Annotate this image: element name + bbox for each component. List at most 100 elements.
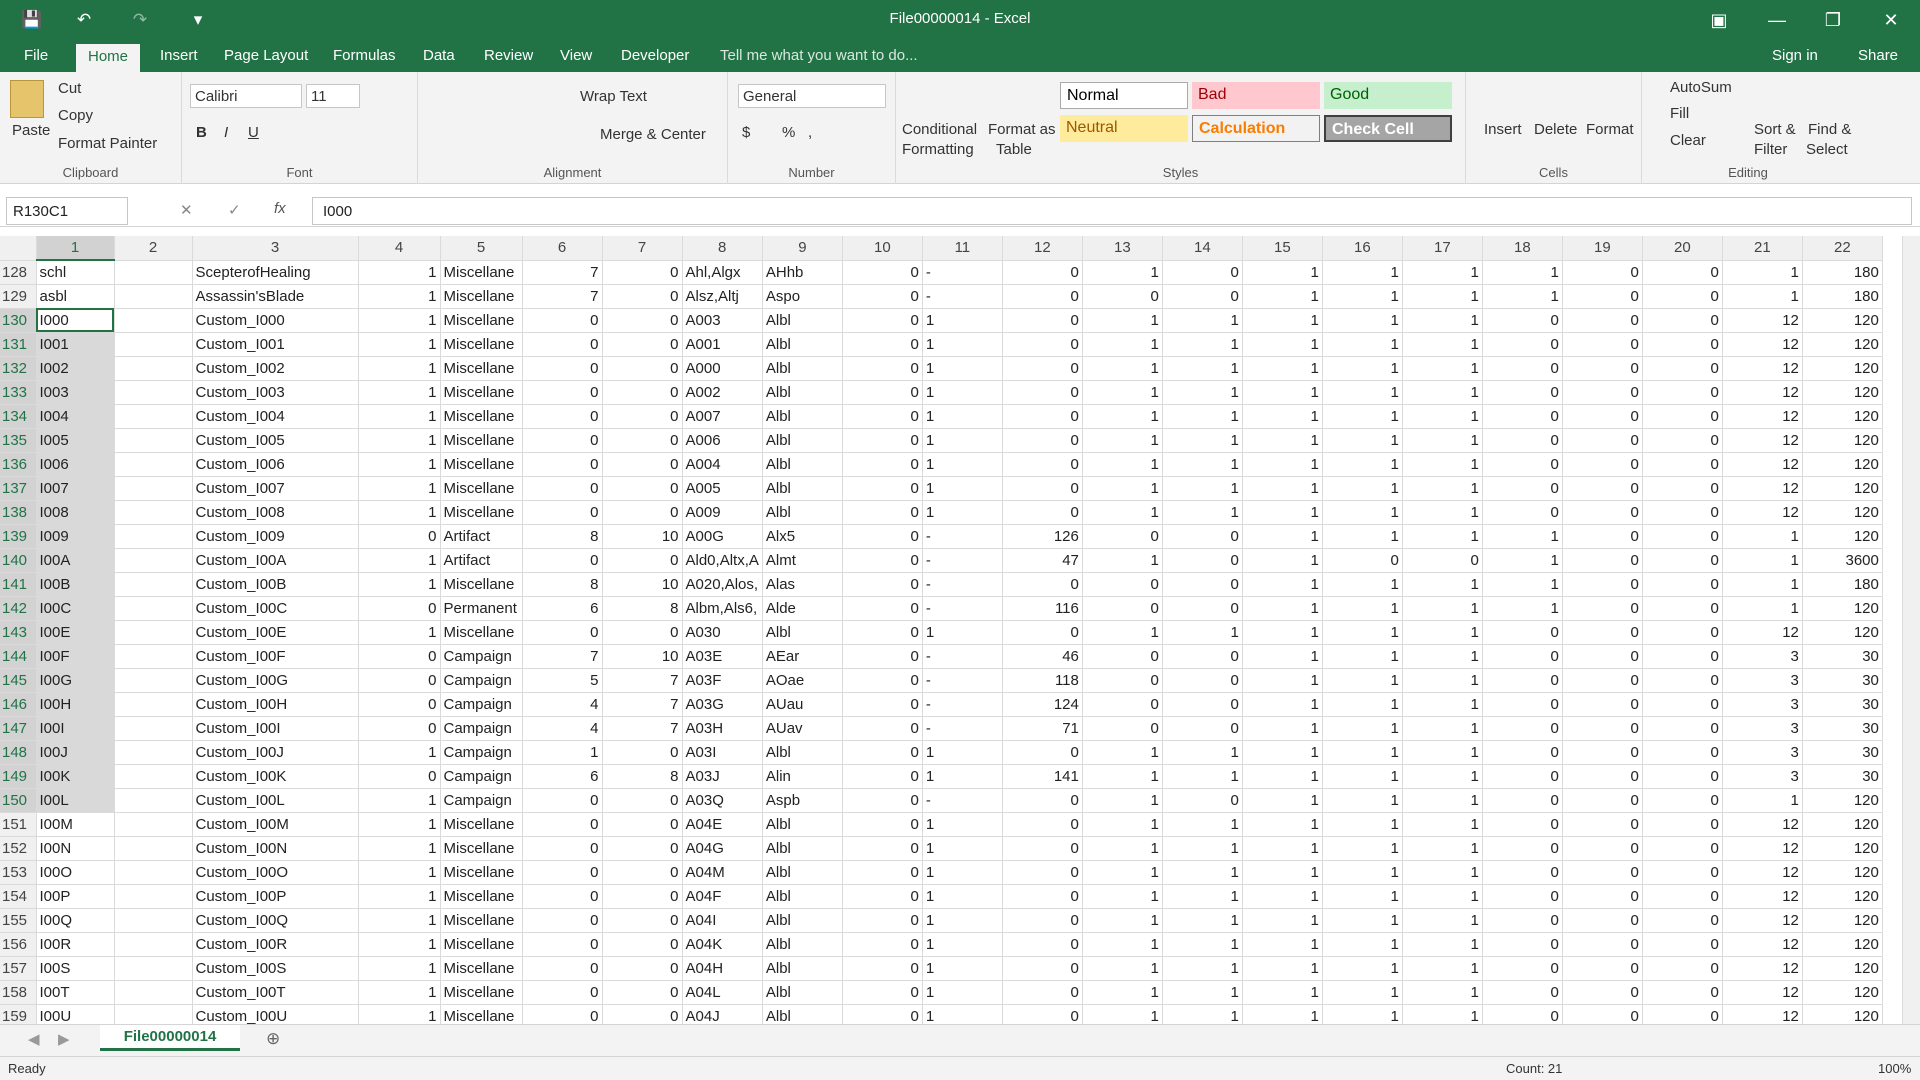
- cell[interactable]: 0: [1642, 812, 1723, 837]
- cell[interactable]: 0: [1322, 548, 1403, 573]
- cell[interactable]: 0: [1562, 788, 1643, 813]
- cell[interactable]: 1: [1322, 356, 1403, 381]
- cell[interactable]: Almt: [762, 548, 843, 573]
- cell[interactable]: 1: [1322, 764, 1403, 789]
- cell[interactable]: 0: [522, 476, 603, 501]
- cell[interactable]: [114, 620, 193, 645]
- cell[interactable]: 0: [1562, 668, 1643, 693]
- cell[interactable]: 180: [1802, 260, 1883, 285]
- cell[interactable]: 118: [1002, 668, 1083, 693]
- cell[interactable]: 1: [1482, 260, 1563, 285]
- cell[interactable]: 0: [1482, 332, 1563, 357]
- cell[interactable]: 0: [1642, 260, 1723, 285]
- cell[interactable]: 0: [1482, 692, 1563, 717]
- cell[interactable]: 0: [1562, 812, 1643, 837]
- cell[interactable]: Miscellane: [440, 956, 523, 981]
- cell[interactable]: 0: [522, 500, 603, 525]
- cell[interactable]: 0: [1642, 764, 1723, 789]
- cell[interactable]: 120: [1802, 452, 1883, 477]
- cell[interactable]: A03J: [682, 764, 763, 789]
- row-header[interactable]: 148: [0, 740, 37, 765]
- cell[interactable]: Campaign: [440, 668, 523, 693]
- cell[interactable]: 0: [1002, 812, 1083, 837]
- cell[interactable]: 0: [842, 308, 923, 333]
- cell[interactable]: 0: [1482, 380, 1563, 405]
- cell[interactable]: 0: [1002, 956, 1083, 981]
- cell[interactable]: 46: [1002, 644, 1083, 669]
- cell[interactable]: 0: [842, 644, 923, 669]
- cell[interactable]: A006: [682, 428, 763, 453]
- cell[interactable]: 12: [1722, 980, 1803, 1005]
- cell[interactable]: -: [922, 716, 1003, 741]
- tab-view[interactable]: View: [560, 47, 592, 64]
- cell[interactable]: [114, 668, 193, 693]
- cell[interactable]: A03H: [682, 716, 763, 741]
- cell[interactable]: Custom_I00I: [192, 716, 359, 741]
- cell[interactable]: 1: [358, 260, 441, 285]
- cell[interactable]: 0: [358, 668, 441, 693]
- cell[interactable]: 0: [842, 692, 923, 717]
- cell[interactable]: 0: [1482, 980, 1563, 1005]
- cell[interactable]: 1: [1322, 308, 1403, 333]
- cell[interactable]: 0: [1482, 836, 1563, 861]
- cell[interactable]: [114, 644, 193, 669]
- cell[interactable]: 0: [1562, 884, 1643, 909]
- cell[interactable]: 0: [602, 404, 683, 429]
- cell[interactable]: 0: [602, 452, 683, 477]
- cell[interactable]: 0: [1562, 1004, 1643, 1024]
- cell[interactable]: 12: [1722, 932, 1803, 957]
- row-header[interactable]: 158: [0, 980, 37, 1005]
- insert-cells-button[interactable]: Insert: [1484, 121, 1522, 138]
- cell[interactable]: 1: [922, 980, 1003, 1005]
- clear-button[interactable]: Clear: [1670, 132, 1706, 149]
- name-box[interactable]: R130C1: [6, 197, 128, 225]
- cell[interactable]: 1: [922, 380, 1003, 405]
- cell[interactable]: A002: [682, 380, 763, 405]
- cell[interactable]: 0: [1002, 500, 1083, 525]
- row-header[interactable]: 139: [0, 524, 37, 549]
- cell[interactable]: 0: [1082, 572, 1163, 597]
- cell[interactable]: Aspo: [762, 284, 843, 309]
- cell[interactable]: 4: [522, 692, 603, 717]
- cell[interactable]: 1: [922, 452, 1003, 477]
- cell[interactable]: Assassin'sBlade: [192, 284, 359, 309]
- cell[interactable]: 1: [1402, 572, 1483, 597]
- column-header[interactable]: 7: [602, 236, 683, 261]
- tab-home[interactable]: Home: [76, 44, 141, 72]
- find-select-label2[interactable]: Select: [1806, 141, 1848, 158]
- column-header[interactable]: 5: [440, 236, 523, 261]
- cell[interactable]: 0: [1002, 860, 1083, 885]
- tab-insert[interactable]: Insert: [160, 47, 198, 64]
- cell[interactable]: 8: [602, 596, 683, 621]
- cell[interactable]: 1: [1082, 980, 1163, 1005]
- autosum-button[interactable]: AutoSum: [1670, 79, 1732, 96]
- format-as-table-button[interactable]: Format as: [988, 121, 1056, 138]
- cell[interactable]: 120: [1802, 476, 1883, 501]
- cell[interactable]: 0: [1082, 668, 1163, 693]
- cell[interactable]: Custom_I00P: [192, 884, 359, 909]
- cut-button[interactable]: Cut: [58, 80, 81, 97]
- conditional-formatting-button[interactable]: Conditional: [902, 121, 977, 138]
- cell[interactable]: asbl: [36, 284, 115, 309]
- cell[interactable]: 0: [602, 884, 683, 909]
- cell[interactable]: 120: [1802, 308, 1883, 333]
- cell[interactable]: Albl: [762, 620, 843, 645]
- cell[interactable]: 1: [358, 500, 441, 525]
- cell[interactable]: 0: [1482, 500, 1563, 525]
- cell[interactable]: Custom_I001: [192, 332, 359, 357]
- cell[interactable]: I006: [36, 452, 115, 477]
- cell[interactable]: 1: [1402, 836, 1483, 861]
- cell[interactable]: 0: [1002, 788, 1083, 813]
- cell[interactable]: 0: [602, 260, 683, 285]
- cell[interactable]: 120: [1802, 332, 1883, 357]
- cell[interactable]: 1: [922, 836, 1003, 861]
- cell[interactable]: Custom_I00T: [192, 980, 359, 1005]
- row-header[interactable]: 134: [0, 404, 37, 429]
- cell[interactable]: 1: [922, 740, 1003, 765]
- cell[interactable]: 47: [1002, 548, 1083, 573]
- cell[interactable]: [114, 380, 193, 405]
- cell[interactable]: Miscellane: [440, 332, 523, 357]
- style-neutral[interactable]: Neutral: [1060, 115, 1188, 142]
- cell[interactable]: 1: [922, 908, 1003, 933]
- cell[interactable]: 1: [1242, 932, 1323, 957]
